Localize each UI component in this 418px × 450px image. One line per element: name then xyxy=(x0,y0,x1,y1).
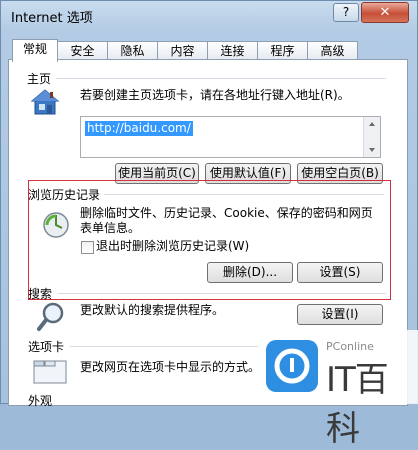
home-group-divider xyxy=(56,78,386,79)
delete-history-button[interactable]: 删除(D)... xyxy=(207,262,293,283)
tab-connections[interactable]: 连接 xyxy=(207,41,258,61)
search-description: 更改默认的搜索提供程序。 xyxy=(80,303,225,317)
search-settings-button[interactable]: 设置(I) xyxy=(297,304,383,325)
scroll-arrows-icon xyxy=(369,122,375,152)
appearance-group-title: 外观 xyxy=(28,394,53,408)
title-bar: Internet 选项 ? ✕ xyxy=(1,1,417,31)
home-icon xyxy=(30,89,60,115)
tab-advanced[interactable]: 高级 xyxy=(307,41,358,61)
tab-content[interactable]: 内容 xyxy=(157,41,208,61)
search-group-title: 搜索 xyxy=(28,287,53,301)
history-group-title: 浏览历史记录 xyxy=(28,188,101,202)
home-group-title: 主页 xyxy=(27,72,52,86)
window-title: Internet 选项 xyxy=(11,11,93,26)
it-baike-logo xyxy=(266,340,318,392)
home-url-value: http://baidu.com/ xyxy=(85,121,193,136)
history-description-line2: 表单信息。 xyxy=(80,221,141,235)
tabs-group-title: 选项卡 xyxy=(28,340,65,354)
history-group-divider xyxy=(104,194,384,195)
history-settings-button[interactable]: 设置(S) xyxy=(297,262,383,283)
magnifier-icon xyxy=(37,302,64,331)
tabbed-window-icon xyxy=(33,360,67,384)
help-button[interactable]: ? xyxy=(333,3,359,22)
home-url-field[interactable]: http://baidu.com/ xyxy=(80,116,381,158)
history-description-line1: 删除临时文件、历史记录、Cookie、保存的密码和网页 xyxy=(80,206,373,220)
search-group-divider xyxy=(58,293,386,294)
watermark-big-text: IT百科 xyxy=(326,360,389,449)
home-description: 若要创建主页选项卡，请在各地址行键入地址(R)。 xyxy=(80,88,350,102)
tab-security[interactable]: 安全 xyxy=(57,41,108,61)
tab-general[interactable]: 常规 xyxy=(12,39,58,62)
history-clock-icon xyxy=(43,212,69,238)
delete-on-exit-label: 退出时删除浏览历史记录(W) xyxy=(96,239,250,253)
tabs-description: 更改网页在选项卡中显示的方式。 xyxy=(80,360,261,374)
delete-on-exit-checkbox[interactable] xyxy=(81,241,94,254)
tab-programs[interactable]: 程序 xyxy=(257,41,308,61)
tabs-group-divider xyxy=(70,346,260,347)
tab-privacy[interactable]: 隐私 xyxy=(107,41,158,61)
home-url-scrollbar[interactable] xyxy=(363,117,380,157)
close-button[interactable]: ✕ xyxy=(361,2,409,23)
